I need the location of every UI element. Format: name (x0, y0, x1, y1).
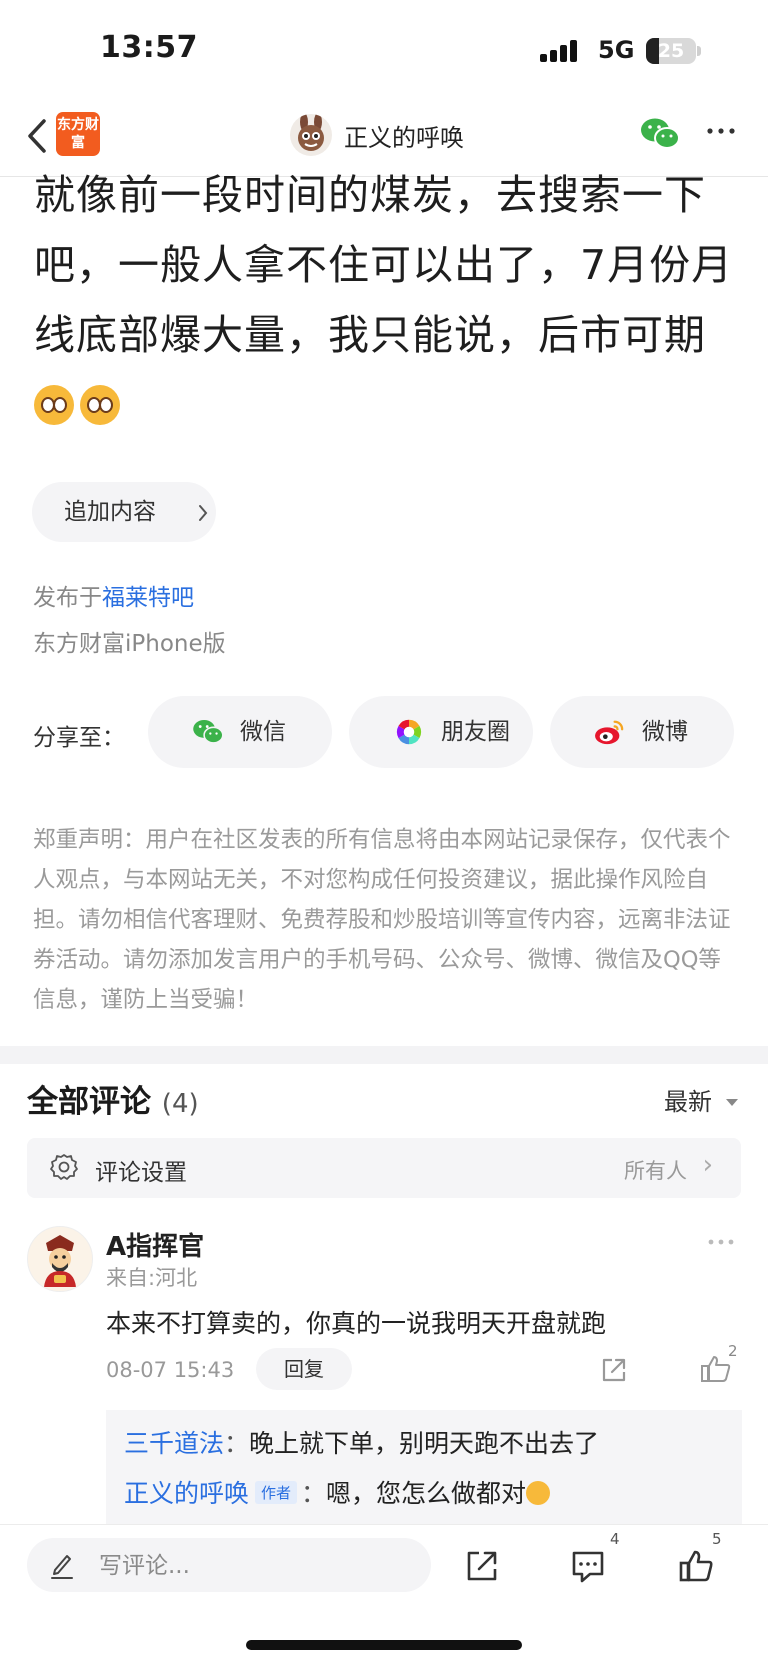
back-button[interactable] (26, 118, 48, 161)
comment-time: 08-07 15:43 (106, 1358, 235, 1382)
weibo-icon (595, 720, 624, 745)
app-logo[interactable]: 东方财富 (56, 112, 100, 156)
comment-text: 本来不打算卖的，你真的一说我明天开盘就跑 (106, 1309, 607, 1338)
comments-title: 全部评论 (4) (27, 1076, 199, 1121)
share-label: 分享至： (33, 725, 125, 751)
post-content: 就像前一段时间的煤炭，去搜索一下吧，一般人拿不住可以出了，7月份月线底部爆大量，… (34, 160, 734, 440)
signal-icon (540, 40, 584, 62)
pencil-icon (51, 1555, 73, 1579)
reply-author[interactable]: 正义的呼唤 (124, 1479, 249, 1508)
comment-like-count: 2 (728, 1342, 738, 1360)
status-time: 13:57 (100, 30, 198, 65)
smile-emoji (526, 1481, 551, 1505)
reply-button[interactable]: 回复 (256, 1348, 352, 1390)
reply-item[interactable]: 三千道法：晚上就下单，别明天跑不出去了 (124, 1424, 599, 1460)
share-weibo-label: 微博 (642, 719, 688, 745)
wechat-icon (193, 719, 224, 744)
comment-bubble-icon (572, 1551, 604, 1583)
comments-count: (4) (161, 1089, 199, 1119)
chevron-left-icon (28, 119, 46, 153)
nav-title[interactable]: 正义的呼唤 (344, 118, 464, 153)
gear-icon (50, 1154, 78, 1180)
section-divider (0, 1046, 768, 1064)
comments-title-label: 全部评论 (27, 1084, 151, 1120)
reply-list: 三千道法：晚上就下单，别明天跑不出去了 正义的呼唤 作者 ：嗯，您怎么做都对 (106, 1410, 742, 1532)
reply-colon: ： (301, 1479, 327, 1508)
battery-level: 25 (657, 40, 685, 62)
share-wechat-label: 微信 (240, 719, 286, 745)
commenter-name[interactable]: A指挥官 (106, 1226, 204, 1263)
comments-button[interactable] (570, 1548, 606, 1584)
share-button[interactable] (464, 1548, 500, 1584)
share-moments-label: 朋友圈 (441, 719, 510, 745)
home-indicator (246, 1640, 522, 1650)
reply-author[interactable]: 三千道法 (124, 1429, 224, 1458)
comment-more-button[interactable] (708, 1228, 734, 1253)
comment-share-button[interactable] (600, 1356, 628, 1384)
flushed-face-emoji (34, 385, 74, 425)
share-out-icon (467, 1551, 497, 1581)
comment-settings-value: 所有人 (624, 1159, 687, 1183)
share-weibo-button[interactable]: 微博 (550, 696, 734, 768)
flushed-face-emoji (80, 385, 120, 425)
append-content-button[interactable]: 追加内容 (32, 482, 216, 542)
thumbs-up-icon (679, 1550, 713, 1582)
moments-icon (396, 719, 422, 745)
sort-label: 最新 (664, 1088, 712, 1116)
avatar-illustration (28, 1227, 92, 1291)
forum-link[interactable]: 福莱特吧 (102, 585, 194, 611)
caret-down-icon (725, 1099, 738, 1106)
post-source: 东方财富iPhone版 (33, 631, 226, 657)
disclaimer: 郑重声明：用户在社区发表的所有信息将由本网站记录保存，仅代表个人观点，与本网站无… (33, 827, 731, 1013)
wechat-icon (641, 118, 680, 149)
reply-item[interactable]: 正义的呼唤 作者 ：嗯，您怎么做都对 (124, 1474, 551, 1510)
share-moments-button[interactable]: 朋友圈 (349, 696, 533, 768)
chevron-right-icon (199, 505, 208, 521)
more-dots-icon (708, 1239, 734, 1245)
chevron-right-icon: › (702, 1150, 713, 1180)
author-badge: 作者 (255, 1481, 298, 1504)
comment-settings[interactable]: 评论设置 所有人 › (27, 1138, 741, 1198)
wechat-share-button[interactable] (640, 116, 680, 152)
comments-count-badge: 4 (610, 1530, 620, 1548)
reply-text: 嗯，您怎么做都对 (326, 1479, 527, 1508)
sort-dropdown[interactable]: 最新 (664, 1082, 738, 1117)
share-out-icon (602, 1358, 626, 1382)
comment-input-box[interactable] (27, 1538, 431, 1594)
reply-text: 晚上就下单，别明天跑不出去了 (249, 1429, 600, 1458)
network-type: 5G (598, 36, 635, 64)
commenter-avatar[interactable] (27, 1226, 93, 1292)
comment-input[interactable] (97, 1538, 411, 1594)
published-in: 发布于福莱特吧 (33, 578, 194, 612)
more-dots-icon (707, 128, 735, 134)
battery-tip (697, 46, 701, 56)
comment-settings-label: 评论设置 (95, 1160, 187, 1186)
append-content-label: 追加内容 (64, 499, 156, 525)
avatar-illustration (298, 114, 324, 151)
more-button[interactable] (706, 116, 736, 153)
commenter-location: 来自:河北 (106, 1266, 198, 1290)
likes-count-badge: 5 (712, 1530, 722, 1548)
post-text: 就像前一段时间的煤炭，去搜索一下吧，一般人拿不住可以出了，7月份月线底部爆大量，… (34, 171, 734, 359)
published-prefix: 发布于 (33, 585, 102, 611)
author-avatar[interactable] (290, 114, 332, 156)
share-wechat-button[interactable]: 微信 (148, 696, 332, 768)
battery-icon: 25 (646, 38, 696, 64)
reply-colon: ： (224, 1429, 250, 1458)
like-button[interactable] (678, 1548, 714, 1584)
